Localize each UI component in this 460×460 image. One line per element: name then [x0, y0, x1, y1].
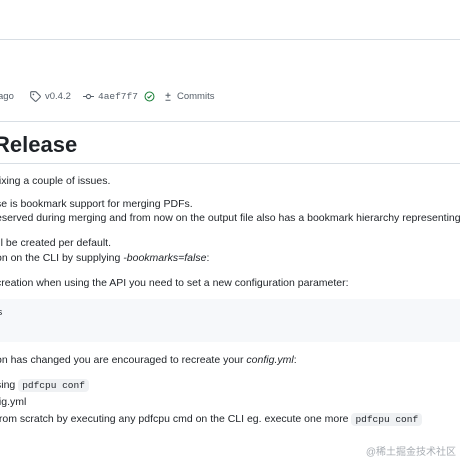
config-text-suffix: : — [293, 354, 297, 366]
cli-text-prefix: on on the CLI by supplying — [0, 252, 124, 264]
step-1: sing pdfcpu conf — [0, 378, 89, 393]
step-1-code: pdfcpu conf — [18, 379, 89, 392]
check-circle-icon — [144, 91, 155, 102]
step-3-text: from scratch by executing any pdfcpu cmd… — [0, 413, 352, 425]
step-3: from scratch by executing any pdfcpu cmd… — [0, 412, 423, 427]
default-text: ill be created per default. — [0, 237, 111, 249]
intro-text: fixing a couple of issues. — [0, 175, 111, 187]
header-divider — [0, 39, 460, 40]
feature-detail-text: eserved during merging and from now on t… — [0, 212, 460, 224]
step-3-code: pdfcpu conf — [351, 413, 423, 426]
watermark: @稀土掘金技术社区 — [365, 447, 456, 458]
tag-icon — [30, 91, 41, 102]
commit-link[interactable]: 4aef7f7 — [83, 90, 159, 104]
config-text: on has changed you are encouraged to rec… — [0, 353, 297, 367]
cli-flag: -bookmarks=false — [123, 252, 207, 264]
step-1-text: sing — [0, 379, 16, 391]
release-title: Release — [0, 132, 78, 157]
feature-text: se is bookmark support for merging PDFs. — [0, 198, 193, 210]
release-time: ago — [0, 91, 14, 102]
commit-icon — [83, 93, 94, 100]
tag-label: v0.4.2 — [45, 91, 71, 102]
code-block-text: s — [0, 307, 3, 318]
commit-sha: 4aef7f7 — [98, 91, 138, 102]
title-divider — [0, 163, 460, 164]
commits-link[interactable]: Commits — [163, 90, 214, 104]
api-text: creation when using the API you need to … — [0, 277, 349, 289]
cli-text-suffix: : — [206, 252, 210, 264]
compare-icon — [165, 92, 171, 101]
step-2: fig.yml — [0, 396, 27, 408]
config-file: config.yml — [246, 354, 294, 366]
tag-link[interactable]: v0.4.2 — [30, 90, 71, 104]
cli-text: on on the CLI by supplying -bookmarks=fa… — [0, 251, 209, 265]
config-text-prefix: on has changed you are encouraged to rec… — [0, 354, 247, 366]
commits-label: Commits — [177, 91, 215, 102]
code-block: s — [0, 299, 460, 342]
meta-divider — [0, 121, 460, 122]
